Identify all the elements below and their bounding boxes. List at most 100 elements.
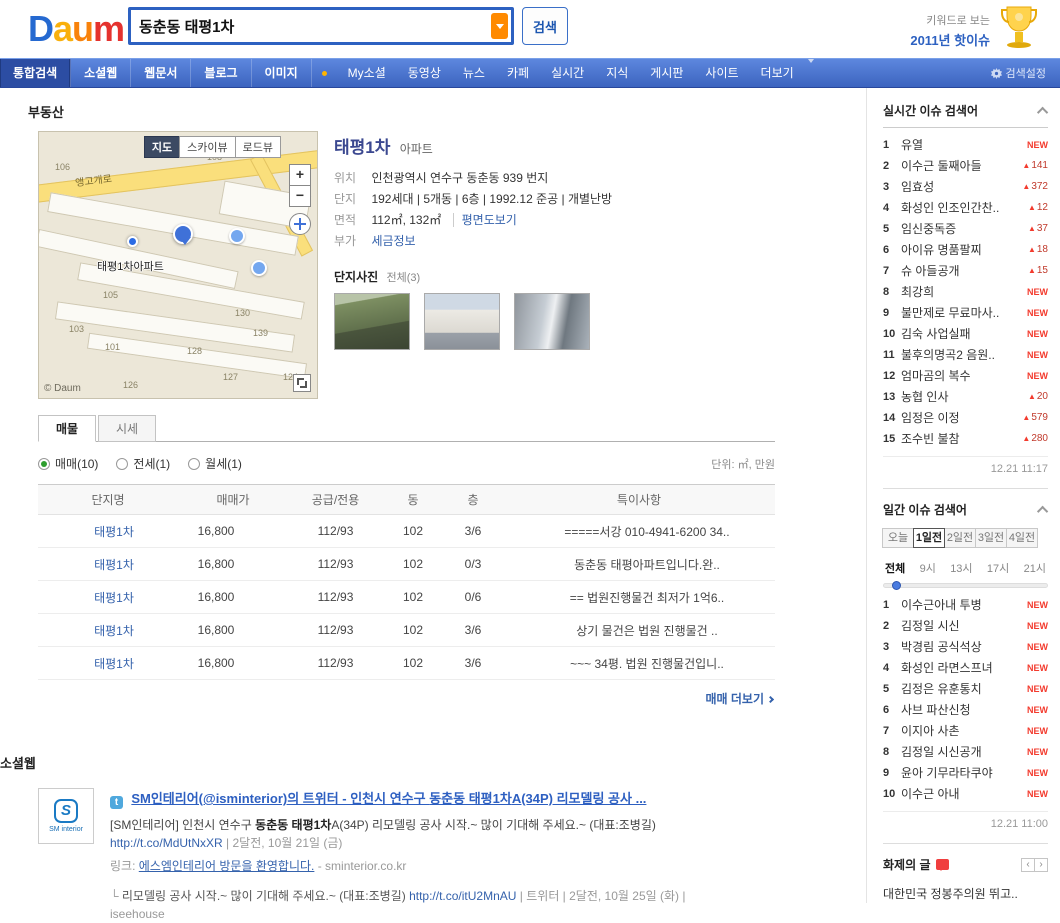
- tab-integrated-search[interactable]: 통합검색: [0, 59, 71, 87]
- issue-keyword-item[interactable]: 15 조수빈 불참 280: [883, 428, 1048, 449]
- issue-keyword-item[interactable]: 5 김정은 유훈통치 NEW: [883, 678, 1048, 699]
- issue-keyword-item[interactable]: 12 엄마곰의 복수 NEW: [883, 365, 1048, 386]
- trade-type-radio[interactable]: 월세(1): [188, 455, 242, 472]
- issue-keyword-item[interactable]: 3 박경림 공식석상 NEW: [883, 636, 1048, 657]
- issue-keyword-item[interactable]: 11 불후의명곡2 음원.. NEW: [883, 344, 1048, 365]
- issue-keyword-item[interactable]: 9 불만제로 무료마사.. NEW: [883, 302, 1048, 323]
- issue-keyword[interactable]: 사브 파산신청: [901, 701, 1023, 718]
- search-settings[interactable]: 검색설정: [991, 59, 1060, 87]
- tco-link[interactable]: http://t.co/MdUtNxXR: [110, 836, 223, 850]
- nav-menu-item[interactable]: 사이트: [694, 59, 749, 87]
- issue-keyword[interactable]: 이지아 사촌: [901, 722, 1023, 739]
- issue-keyword[interactable]: 불후의명곡2 음원..: [901, 346, 1023, 363]
- time-tab[interactable]: 전체: [885, 560, 905, 576]
- nav-menu-item[interactable]: 게시판: [639, 59, 694, 87]
- avatar[interactable]: S SM interior: [38, 788, 94, 844]
- issue-keyword-item[interactable]: 3 임효성 372: [883, 176, 1048, 197]
- prev-button[interactable]: ‹: [1021, 858, 1035, 872]
- day-tab[interactable]: 1일전: [913, 528, 945, 548]
- tax-info-link[interactable]: 세금정보: [371, 234, 415, 248]
- issue-keyword[interactable]: 불만제로 무료마사..: [901, 304, 1023, 321]
- slider-handle[interactable]: [892, 581, 901, 590]
- trade-type-radio[interactable]: 매매(10): [38, 455, 98, 472]
- listing-name-link[interactable]: 태평1차: [94, 525, 134, 539]
- listing-tab[interactable]: 매물: [38, 415, 96, 442]
- nav-menu-item[interactable]: 동영상: [397, 59, 452, 87]
- day-tab[interactable]: 3일전: [975, 528, 1007, 548]
- issue-keyword[interactable]: 농협 인사: [901, 388, 1024, 405]
- issue-keyword[interactable]: 슈 아들공개: [901, 262, 1024, 279]
- issue-keyword-item[interactable]: 7 이지아 사촌 NEW: [883, 720, 1048, 741]
- map-view-button[interactable]: 로드뷰: [235, 136, 281, 158]
- search-button[interactable]: 검색: [522, 7, 568, 45]
- issue-keyword-item[interactable]: 4 화성인 인조인간찬.. 12: [883, 197, 1048, 218]
- nav-menu-item[interactable]: 뉴스: [452, 59, 496, 87]
- map-marker-icon[interactable]: [173, 224, 193, 244]
- issue-keyword[interactable]: 화성인 인조인간찬..: [901, 199, 1024, 216]
- roadview-spot-icon[interactable]: [229, 228, 245, 244]
- search-tab[interactable]: 이미지: [252, 59, 312, 87]
- complex-photo[interactable]: [424, 293, 500, 350]
- nav-menu-item[interactable]: 실시간: [540, 59, 595, 87]
- issue-keyword-item[interactable]: 1 이수근아내 투병 NEW: [883, 594, 1048, 615]
- complex-photo[interactable]: [334, 293, 410, 350]
- search-tab[interactable]: 소셜웹: [71, 59, 131, 87]
- issue-keyword[interactable]: 아이유 명품팔찌: [901, 241, 1024, 258]
- table-row[interactable]: 태평1차 16,800 112/93 102 0/6 == 법원진행물건 최저가…: [38, 581, 775, 614]
- issue-keyword-item[interactable]: 6 사브 파산신청 NEW: [883, 699, 1048, 720]
- time-tab[interactable]: 21시: [1024, 560, 1046, 576]
- floorplan-link[interactable]: 평면도보기: [453, 213, 517, 227]
- trade-type-radio[interactable]: 전세(1): [116, 455, 170, 472]
- issue-keyword[interactable]: 윤아 기무라타쿠야: [901, 764, 1023, 781]
- listing-name-link[interactable]: 태평1차: [94, 657, 134, 671]
- time-tab[interactable]: 9시: [920, 560, 936, 576]
- hot-post-link[interactable]: 대한민국 정봉주의원 뛰고..: [883, 885, 1048, 902]
- issue-keyword[interactable]: 화성인 라면스프녀: [901, 659, 1023, 676]
- issue-keyword[interactable]: 최강희: [901, 283, 1023, 300]
- listing-tab[interactable]: 시세: [98, 415, 156, 442]
- complex-photo[interactable]: [514, 293, 590, 350]
- search-tab[interactable]: 블로그: [191, 59, 251, 87]
- issue-keyword-item[interactable]: 2 김정일 시신 NEW: [883, 615, 1048, 636]
- map-view-button[interactable]: 스카이뷰: [179, 136, 235, 158]
- issue-keyword[interactable]: 이수근 둘째아들: [901, 157, 1018, 174]
- issue-keyword[interactable]: 이수근 아내: [901, 785, 1023, 802]
- issue-keyword[interactable]: 김정일 시신공개: [901, 743, 1023, 760]
- tco-link[interactable]: http://t.co/itU2MnAU: [409, 889, 516, 903]
- nav-menu-item[interactable]: 카페: [496, 59, 540, 87]
- search-tab[interactable]: 웹문서: [131, 59, 191, 87]
- issue-keyword-item[interactable]: 8 김정일 시신공개 NEW: [883, 741, 1048, 762]
- daum-logo[interactable]: Daum: [28, 8, 124, 50]
- table-row[interactable]: 태평1차 16,800 112/93 102 3/6 상기 물건은 법원 진행물…: [38, 614, 775, 647]
- day-tab[interactable]: 2일전: [944, 528, 976, 548]
- issue-keyword[interactable]: 임정은 이정: [901, 409, 1018, 426]
- nav-menu-item[interactable]: My소셜: [337, 59, 397, 87]
- issue-keyword[interactable]: 김정은 유훈통치: [901, 680, 1023, 697]
- roadview-spot-icon[interactable]: [251, 260, 267, 276]
- table-row[interactable]: 태평1차 16,800 112/93 102 3/6 ~~~ 34평. 법원 진…: [38, 647, 775, 680]
- issue-keyword-item[interactable]: 4 화성인 라면스프녀 NEW: [883, 657, 1048, 678]
- issue-keyword-item[interactable]: 10 김숙 사업실패 NEW: [883, 323, 1048, 344]
- issue-keyword-item[interactable]: 13 농협 인사 20: [883, 386, 1048, 407]
- issue-keyword[interactable]: 임효성: [901, 178, 1018, 195]
- zoom-out-button[interactable]: −: [289, 185, 311, 207]
- listing-name-link[interactable]: 태평1차: [94, 558, 134, 572]
- issue-keyword-item[interactable]: 8 최강희 NEW: [883, 281, 1048, 302]
- nav-menu-item[interactable]: 더보기: [750, 59, 805, 87]
- issue-keyword-item[interactable]: 1 유열 NEW: [883, 134, 1048, 155]
- photos-count[interactable]: 전체(3): [387, 272, 421, 284]
- issue-keyword-item[interactable]: 5 임신중독증 37: [883, 218, 1048, 239]
- issue-keyword-item[interactable]: 7 슈 아들공개 15: [883, 260, 1048, 281]
- collapse-icon[interactable]: [1037, 505, 1048, 516]
- property-name-link[interactable]: 태평1차: [334, 138, 390, 157]
- time-tab[interactable]: 17시: [987, 560, 1009, 576]
- day-tab[interactable]: 오늘: [882, 528, 914, 548]
- issue-keyword[interactable]: 이수근아내 투병: [901, 596, 1023, 613]
- time-tab[interactable]: 13시: [950, 560, 972, 576]
- zoom-in-button[interactable]: +: [289, 164, 311, 186]
- issue-keyword[interactable]: 김정일 시신: [901, 617, 1023, 634]
- issue-keyword-item[interactable]: 10 이수근 아내 NEW: [883, 783, 1048, 804]
- issue-keyword-item[interactable]: 14 임정은 이정 579: [883, 407, 1048, 428]
- issue-keyword[interactable]: 엄마곰의 복수: [901, 367, 1023, 384]
- issue-keyword-item[interactable]: 9 윤아 기무라타쿠야 NEW: [883, 762, 1048, 783]
